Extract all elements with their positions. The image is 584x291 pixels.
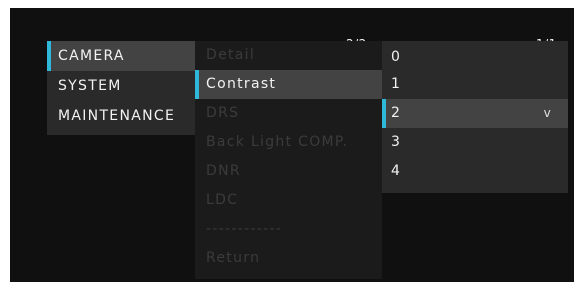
submenu-item-return[interactable]: Return xyxy=(195,244,382,273)
value-option-3[interactable]: 3 xyxy=(382,128,568,157)
value-option-2[interactable]: 2 v xyxy=(382,99,568,128)
menu-item-camera[interactable]: CAMERA xyxy=(47,41,195,71)
submenu-item-back-light-comp[interactable]: Back Light COMP. xyxy=(195,128,382,157)
menu-item-system[interactable]: SYSTEM xyxy=(47,71,195,101)
menu-item-maintenance[interactable]: MAINTENANCE xyxy=(47,101,195,131)
submenu-separator: ------------ xyxy=(206,221,283,237)
value-option-4[interactable]: 4 xyxy=(382,157,568,186)
value-option-label: 2 xyxy=(391,105,402,121)
submenu-item-ldc[interactable]: LDC xyxy=(195,186,382,215)
submenu-item-contrast[interactable]: Contrast xyxy=(195,70,382,99)
contrast-values-list: 0 1 2 v 3 4 xyxy=(382,41,568,193)
osd-screen: CAMERA SYSTEM MAINTENANCE 2/2 Detail Con… xyxy=(10,8,574,282)
value-option-0[interactable]: 0 xyxy=(382,41,568,70)
main-menu: CAMERA SYSTEM MAINTENANCE xyxy=(47,41,195,135)
submenu-item-detail[interactable]: Detail xyxy=(195,41,382,70)
value-option-1[interactable]: 1 xyxy=(382,70,568,99)
submenu-item-dnr[interactable]: DNR xyxy=(195,157,382,186)
camera-submenu: Detail Contrast DRS Back Light COMP. DNR… xyxy=(195,41,382,279)
submenu-item-drs[interactable]: DRS xyxy=(195,99,382,128)
selected-check-icon: v xyxy=(543,106,552,120)
